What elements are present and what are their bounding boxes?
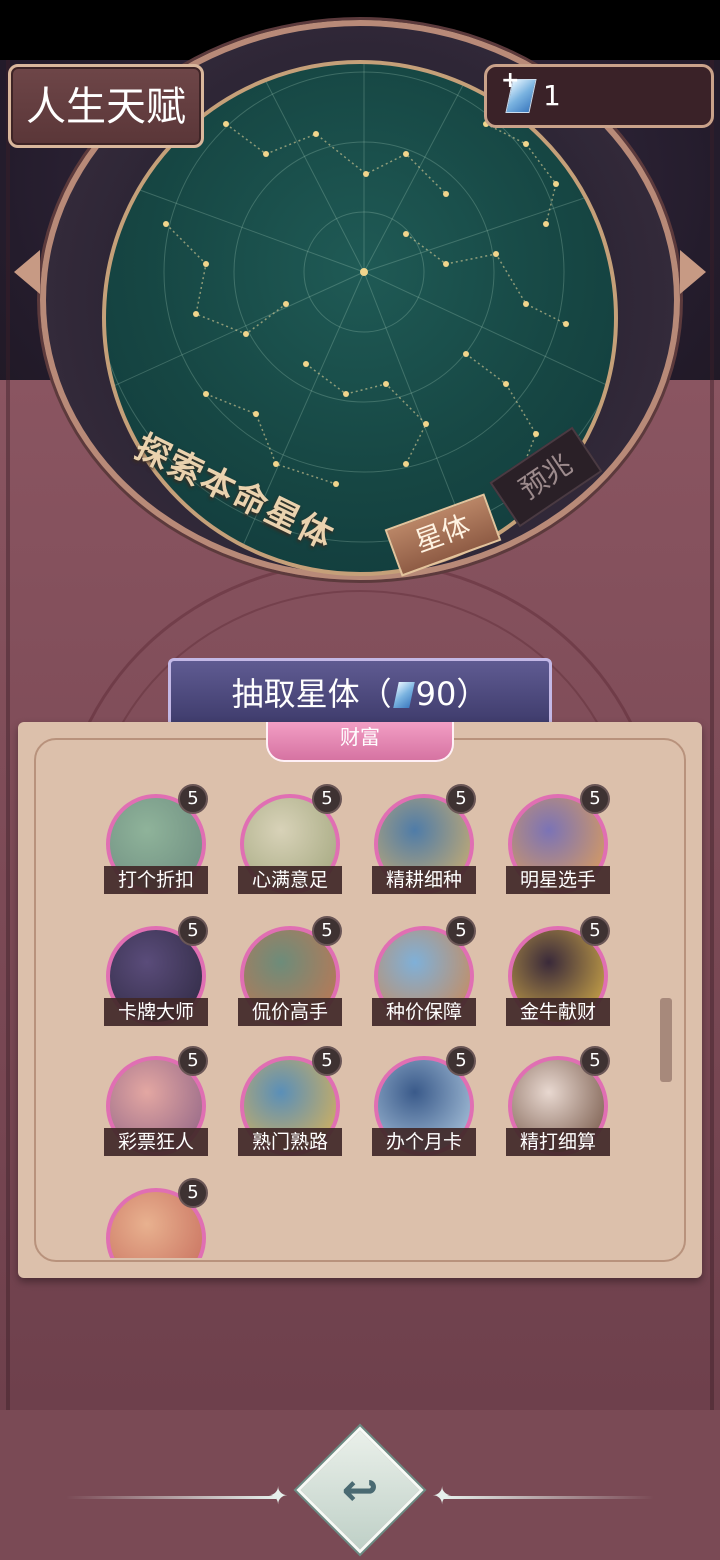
talent-level-badge: 5 xyxy=(178,1178,208,1208)
talent-name: 打个折扣 xyxy=(104,866,208,894)
talent-level-badge: 5 xyxy=(178,916,208,946)
talent-name: 侃价高手 xyxy=(238,998,342,1026)
talent-level-badge: 5 xyxy=(178,784,208,814)
right-border-line xyxy=(710,60,714,1410)
talent-item[interactable]: 5 金牛献财 xyxy=(500,916,624,1040)
talent-item[interactable]: 5 明星选手 xyxy=(500,784,624,908)
talent-level-badge: 5 xyxy=(580,1046,610,1076)
talent-name: 彩票狂人 xyxy=(104,1128,208,1156)
talent-name: 熟门熟路 xyxy=(238,1128,342,1156)
talent-item[interactable]: 5 彩票狂人 xyxy=(98,1046,222,1170)
talent-name: 心满意足 xyxy=(238,866,342,894)
divider-right xyxy=(444,1496,654,1499)
talent-level-badge: 5 xyxy=(178,1046,208,1076)
talent-item[interactable]: 5 熟门熟路 xyxy=(232,1046,356,1170)
category-tab[interactable]: 财富 xyxy=(266,722,454,762)
draw-button-close: ） xyxy=(456,675,489,713)
crystal-gem-icon xyxy=(392,682,415,708)
talent-item[interactable]: 5 心满意足 xyxy=(232,784,356,908)
talent-item[interactable]: 5 精耕细种 xyxy=(366,784,490,908)
talent-level-badge: 5 xyxy=(446,1046,476,1076)
scrollbar[interactable] xyxy=(660,998,672,1082)
sparkle-icon: ✦ xyxy=(432,1482,453,1510)
talent-name: 金牛献财 xyxy=(506,998,610,1026)
talent-level-badge: 5 xyxy=(312,784,342,814)
talent-level-badge: 5 xyxy=(312,916,342,946)
talent-item[interactable]: 5 xyxy=(98,1178,222,1258)
plus-icon[interactable]: + xyxy=(501,70,519,92)
talent-item[interactable]: 5 侃价高手 xyxy=(232,916,356,1040)
draw-button-label: 抽取星体（ xyxy=(231,675,392,713)
talent-name: 种价保障 xyxy=(372,998,476,1026)
talent-level-badge: 5 xyxy=(312,1046,342,1076)
talent-level-badge: 5 xyxy=(580,916,610,946)
draw-star-button[interactable]: 抽取星体（ 90） xyxy=(168,658,552,730)
talent-level-badge: 5 xyxy=(580,784,610,814)
left-border-line xyxy=(6,60,10,1410)
divider-left xyxy=(66,1496,276,1499)
talent-level-badge: 5 xyxy=(446,784,476,814)
currency-count: 1 xyxy=(543,79,561,112)
talent-name: 精耕细种 xyxy=(372,866,476,894)
return-arrow-icon[interactable]: ↩ xyxy=(327,1458,393,1524)
draw-cost: 90 xyxy=(415,675,457,713)
prev-arrow-icon[interactable] xyxy=(14,250,40,294)
currency-counter[interactable]: + 1 xyxy=(484,64,714,128)
talent-level-badge: 5 xyxy=(446,916,476,946)
talent-item[interactable]: 5 卡牌大师 xyxy=(98,916,222,1040)
talent-name: 办个月卡 xyxy=(372,1128,476,1156)
talent-item[interactable]: 5 打个折扣 xyxy=(98,784,222,908)
talent-panel: 财富 5 打个折扣 5 心满意足 5 精耕细种 5 明星选手 5 卡牌大师 5 侃价高手 5 种价保障 5 金… xyxy=(18,722,702,1278)
talent-item[interactable]: 5 办个月卡 xyxy=(366,1046,490,1170)
talent-item[interactable]: 5 精打细算 xyxy=(500,1046,624,1170)
talent-name: 精打细算 xyxy=(506,1128,610,1156)
talent-name: 卡牌大师 xyxy=(104,998,208,1026)
talent-name: 明星选手 xyxy=(506,866,610,894)
page-title: 人生天赋 xyxy=(26,84,186,130)
talent-item[interactable]: 5 种价保障 xyxy=(366,916,490,1040)
sparkle-icon: ✦ xyxy=(268,1482,289,1510)
next-arrow-icon[interactable] xyxy=(680,250,706,294)
talent-grid: 5 打个折扣 5 心满意足 5 精耕细种 5 明星选手 5 卡牌大师 5 侃价高手 5 种价保障 5 金牛献财… xyxy=(98,784,638,1258)
page-title-frame: 人生天赋 xyxy=(8,64,204,148)
